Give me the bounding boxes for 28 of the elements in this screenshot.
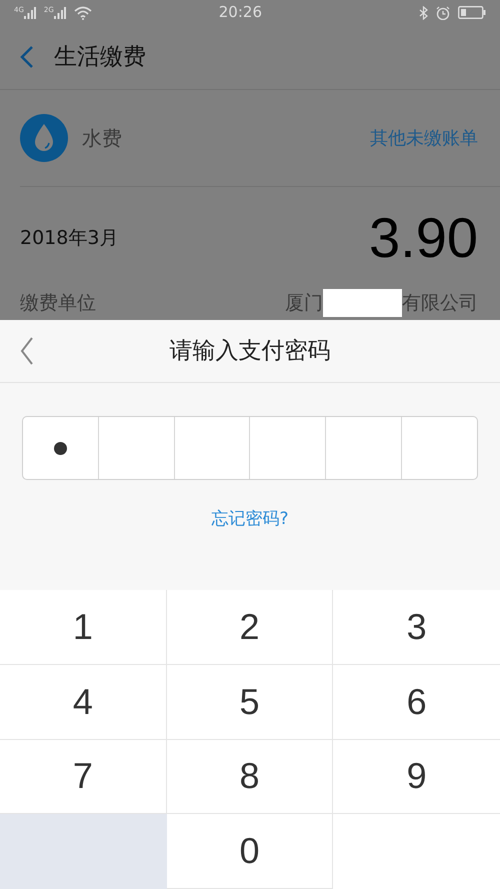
back-button[interactable] bbox=[20, 45, 34, 69]
back-icon bbox=[20, 336, 34, 366]
battery-icon bbox=[458, 6, 486, 19]
page-title: 生活缴费 bbox=[54, 42, 146, 72]
keypad-key[interactable]: 4 bbox=[0, 664, 167, 740]
alarm-icon bbox=[436, 6, 450, 20]
water-drop-icon bbox=[20, 114, 68, 162]
bluetooth-icon bbox=[419, 6, 428, 20]
pin-input[interactable] bbox=[22, 416, 478, 480]
keypad-key[interactable]: 2 bbox=[166, 590, 334, 665]
status-time: 20:26 bbox=[218, 2, 263, 24]
keypad-key[interactable]: 1 bbox=[0, 590, 167, 665]
field-value: 厦门 bbox=[285, 291, 323, 316]
signal-icon bbox=[54, 6, 66, 18]
back-button[interactable] bbox=[20, 336, 34, 366]
bill-amount: 3.90 bbox=[369, 205, 478, 271]
keypad-key[interactable]: 7 bbox=[0, 740, 167, 814]
sheet-title: 请输入支付密码 bbox=[170, 336, 330, 366]
keypad-key[interactable]: 8 bbox=[166, 740, 334, 814]
field-value: 有限公司 bbox=[402, 291, 478, 316]
signal-icon bbox=[24, 6, 36, 18]
field-label: 缴费单位 bbox=[20, 291, 96, 316]
keypad-key[interactable]: 0 bbox=[166, 814, 334, 889]
wifi-icon bbox=[74, 6, 92, 20]
keypad-key[interactable]: 5 bbox=[166, 664, 334, 740]
bill-period: 2018年3月 bbox=[20, 226, 118, 251]
back-icon bbox=[20, 45, 34, 69]
bill-name: 水费 bbox=[82, 125, 123, 152]
